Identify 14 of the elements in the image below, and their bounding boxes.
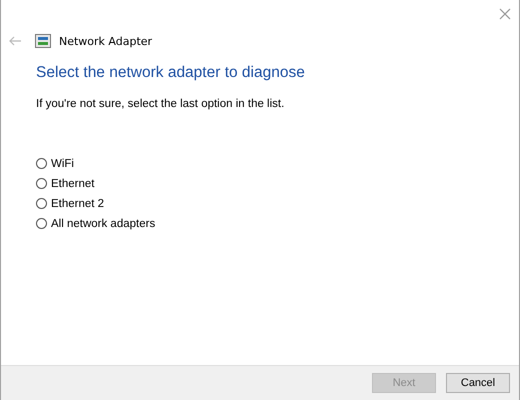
option-label[interactable]: All network adapters bbox=[51, 218, 156, 230]
radio-button[interactable] bbox=[36, 178, 47, 189]
page-heading: Select the network adapter to diagnose bbox=[36, 64, 306, 82]
network-adapter-icon bbox=[35, 34, 51, 48]
radio-button[interactable] bbox=[36, 158, 47, 169]
radio-button[interactable] bbox=[36, 218, 47, 229]
window-title: Network Adapter bbox=[59, 34, 152, 48]
cancel-button[interactable]: Cancel bbox=[446, 373, 510, 393]
option-label[interactable]: WiFi bbox=[51, 158, 74, 170]
option-label[interactable]: Ethernet 2 bbox=[51, 198, 104, 210]
radio-button[interactable] bbox=[36, 198, 47, 209]
instruction-text: If you're not sure, select the last option in the list. bbox=[36, 98, 286, 110]
option-label[interactable]: Ethernet bbox=[51, 178, 94, 190]
close-icon[interactable] bbox=[499, 8, 511, 20]
